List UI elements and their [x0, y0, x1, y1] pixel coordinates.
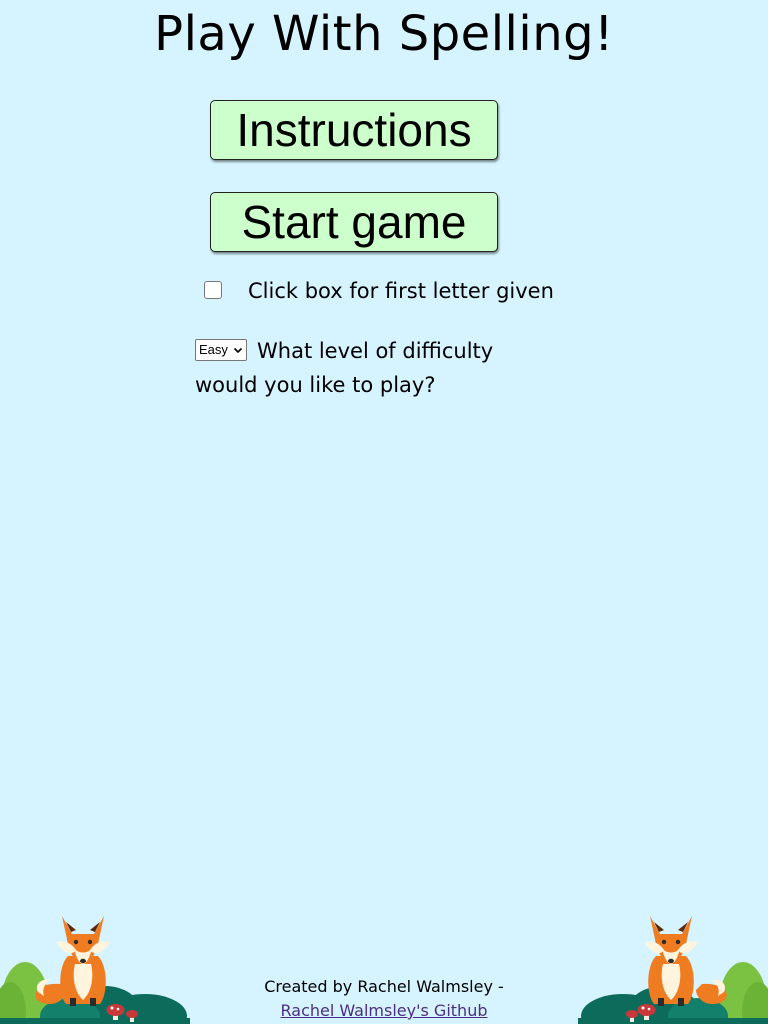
footer: Created by Rachel Walmsley - Rachel Walm… — [0, 975, 768, 1023]
chevron-down-icon — [233, 347, 243, 354]
difficulty-select-value: Easy — [199, 342, 228, 357]
difficulty-select[interactable]: Easy — [195, 339, 247, 361]
page: Play With Spelling! Instructions Start g… — [0, 0, 768, 1024]
difficulty-option: Easy What level of difficulty would you … — [195, 334, 525, 402]
first-letter-label: Click box for first letter given — [248, 279, 554, 303]
page-title: Play With Spelling! — [154, 6, 614, 62]
instructions-button[interactable]: Instructions — [210, 100, 498, 160]
first-letter-checkbox[interactable] — [204, 281, 222, 299]
start-game-button[interactable]: Start game — [210, 192, 498, 252]
github-link[interactable]: Rachel Walmsley's Github — [281, 1001, 488, 1020]
first-letter-option: Click box for first letter given — [204, 276, 554, 304]
footer-credit: Created by Rachel Walmsley - — [264, 977, 504, 996]
